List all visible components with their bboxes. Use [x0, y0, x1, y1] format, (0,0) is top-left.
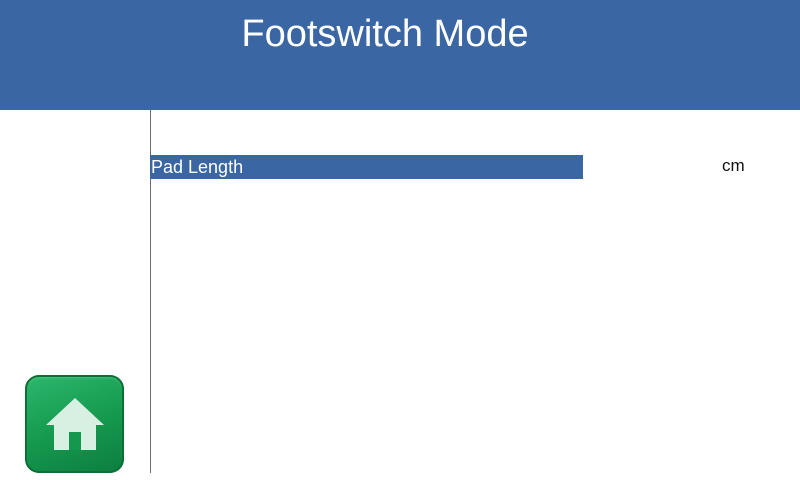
- home-button[interactable]: [25, 375, 124, 473]
- pad-length-field[interactable]: Pad Length: [150, 155, 583, 179]
- header-bar: Footswitch Mode: [0, 0, 800, 110]
- home-icon: [46, 398, 104, 450]
- unit-label: cm: [722, 156, 745, 175]
- pad-length-label: Pad Length: [151, 157, 244, 177]
- page-title: Footswitch Mode: [241, 13, 529, 55]
